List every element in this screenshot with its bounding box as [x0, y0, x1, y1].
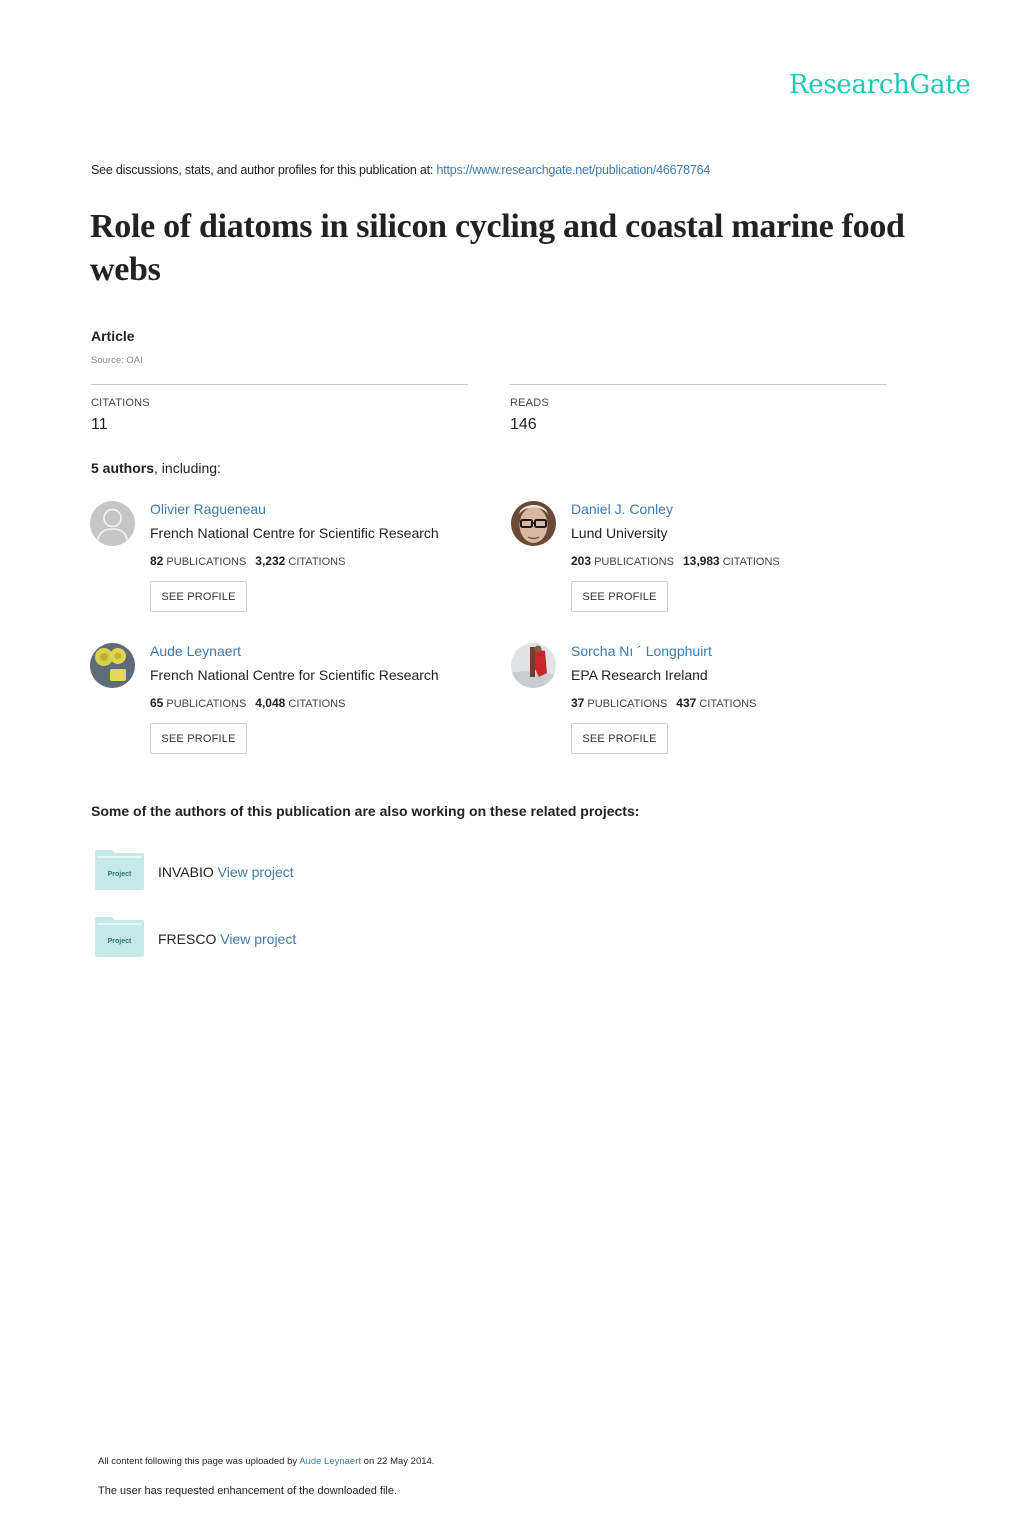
project-title: INVABIO View project: [158, 864, 294, 880]
author-card: Aude Leynaert French National Centre for…: [90, 643, 490, 773]
project-item: Project FRESCO View project: [95, 917, 595, 957]
author-name-link[interactable]: Daniel J. Conley: [571, 501, 673, 517]
publications-label: PUBLICATIONS: [166, 556, 247, 568]
default-avatar-icon[interactable]: [90, 501, 135, 546]
author-stats: 37 PUBLICATIONS 437 CITATIONS: [571, 696, 756, 710]
divider-right: [510, 384, 887, 385]
see-profile-button[interactable]: SEE PROFILE: [150, 581, 247, 612]
author-name-link[interactable]: Olivier Ragueneau: [150, 501, 266, 517]
author-card: Daniel J. Conley Lund University 203 PUB…: [511, 501, 911, 631]
project-item: Project INVABIO View project: [95, 850, 595, 890]
publication-url-link[interactable]: https://www.researchgate.net/publication…: [436, 163, 710, 177]
publications-label: PUBLICATIONS: [587, 698, 668, 710]
see-profile-button[interactable]: SEE PROFILE: [150, 723, 247, 754]
author-name-link[interactable]: Sorcha Nı ´ Longphuirt: [571, 643, 712, 659]
author-institution: EPA Research Ireland: [571, 667, 708, 683]
author-stats: 203 PUBLICATIONS 13,983 CITATIONS: [571, 554, 780, 568]
publications-label: PUBLICATIONS: [594, 556, 674, 568]
citations-label: CITATIONS: [722, 556, 780, 568]
citations-count: 3,232: [255, 554, 286, 568]
upload-note: All content following this page was uplo…: [98, 1456, 434, 1467]
author-institution: Lund University: [571, 525, 668, 541]
author-institution: French National Centre for Scientific Re…: [150, 525, 439, 541]
intro-line: See discussions, stats, and author profi…: [91, 163, 710, 177]
authors-summary: 5 authors, including:: [91, 460, 221, 476]
project-icon-label: Project: [108, 871, 132, 878]
reads-count: 146: [510, 416, 537, 433]
intro-text: See discussions, stats, and author profi…: [91, 163, 437, 177]
author-photo-icon[interactable]: [511, 643, 556, 688]
citations-label: CITATIONS: [288, 698, 346, 710]
author-photo-icon[interactable]: [511, 501, 556, 546]
publications-count: 203: [571, 554, 592, 568]
upload-suffix: on 22 May 2014.: [361, 1456, 435, 1467]
citations-label: CITATIONS: [91, 397, 150, 409]
project-title: FRESCO View project: [158, 931, 296, 947]
citations-count: 13,983: [682, 554, 720, 568]
uploader-link[interactable]: Aude Leynaert: [299, 1456, 361, 1467]
publication-type: Article: [91, 328, 135, 344]
citations-count: 437: [676, 696, 697, 710]
project-name: INVABIO: [158, 864, 214, 880]
authors-count: 5 authors: [91, 460, 155, 476]
publications-count: 82: [150, 554, 164, 568]
publication-title: Role of diatoms in silicon cycling and c…: [90, 208, 905, 288]
enhancement-note: The user has requested enhancement of th…: [98, 1485, 398, 1497]
see-profile-button[interactable]: SEE PROFILE: [571, 723, 668, 754]
divider-left: [91, 384, 468, 385]
author-name-link[interactable]: Aude Leynaert: [150, 643, 241, 659]
reads-label: READS: [510, 397, 549, 409]
researchgate-logo[interactable]: ResearchGate: [789, 70, 971, 100]
citations-count: 4,048: [255, 696, 286, 710]
publication-source: Source: OAI: [91, 355, 143, 366]
author-photo-icon[interactable]: [90, 643, 135, 688]
author-stats: 65 PUBLICATIONS 4,048 CITATIONS: [150, 696, 345, 710]
author-card: Sorcha Nı ´ Longphuirt EPA Research Irel…: [511, 643, 911, 773]
author-institution: French National Centre for Scientific Re…: [150, 667, 439, 683]
citations-count: 11: [91, 416, 108, 433]
project-name: FRESCO: [158, 931, 217, 947]
citations-label: CITATIONS: [288, 556, 346, 568]
publications-count: 37: [571, 696, 585, 710]
authors-suffix: , including:: [154, 460, 221, 476]
see-profile-button[interactable]: SEE PROFILE: [571, 581, 668, 612]
project-folder-icon: Project: [95, 850, 144, 890]
publications-label: PUBLICATIONS: [166, 698, 247, 710]
project-folder-icon: Project: [95, 917, 144, 957]
author-stats: 82 PUBLICATIONS 3,232 CITATIONS: [150, 554, 345, 568]
upload-prefix: All content following this page was uplo…: [98, 1456, 300, 1467]
author-card: Olivier Ragueneau French National Centre…: [90, 501, 490, 631]
view-project-link[interactable]: View project: [220, 931, 296, 947]
citations-label: CITATIONS: [699, 698, 757, 710]
related-projects-heading: Some of the authors of this publication …: [91, 803, 640, 819]
publications-count: 65: [150, 696, 164, 710]
view-project-link[interactable]: View project: [218, 864, 294, 880]
project-icon-label: Project: [108, 938, 132, 945]
